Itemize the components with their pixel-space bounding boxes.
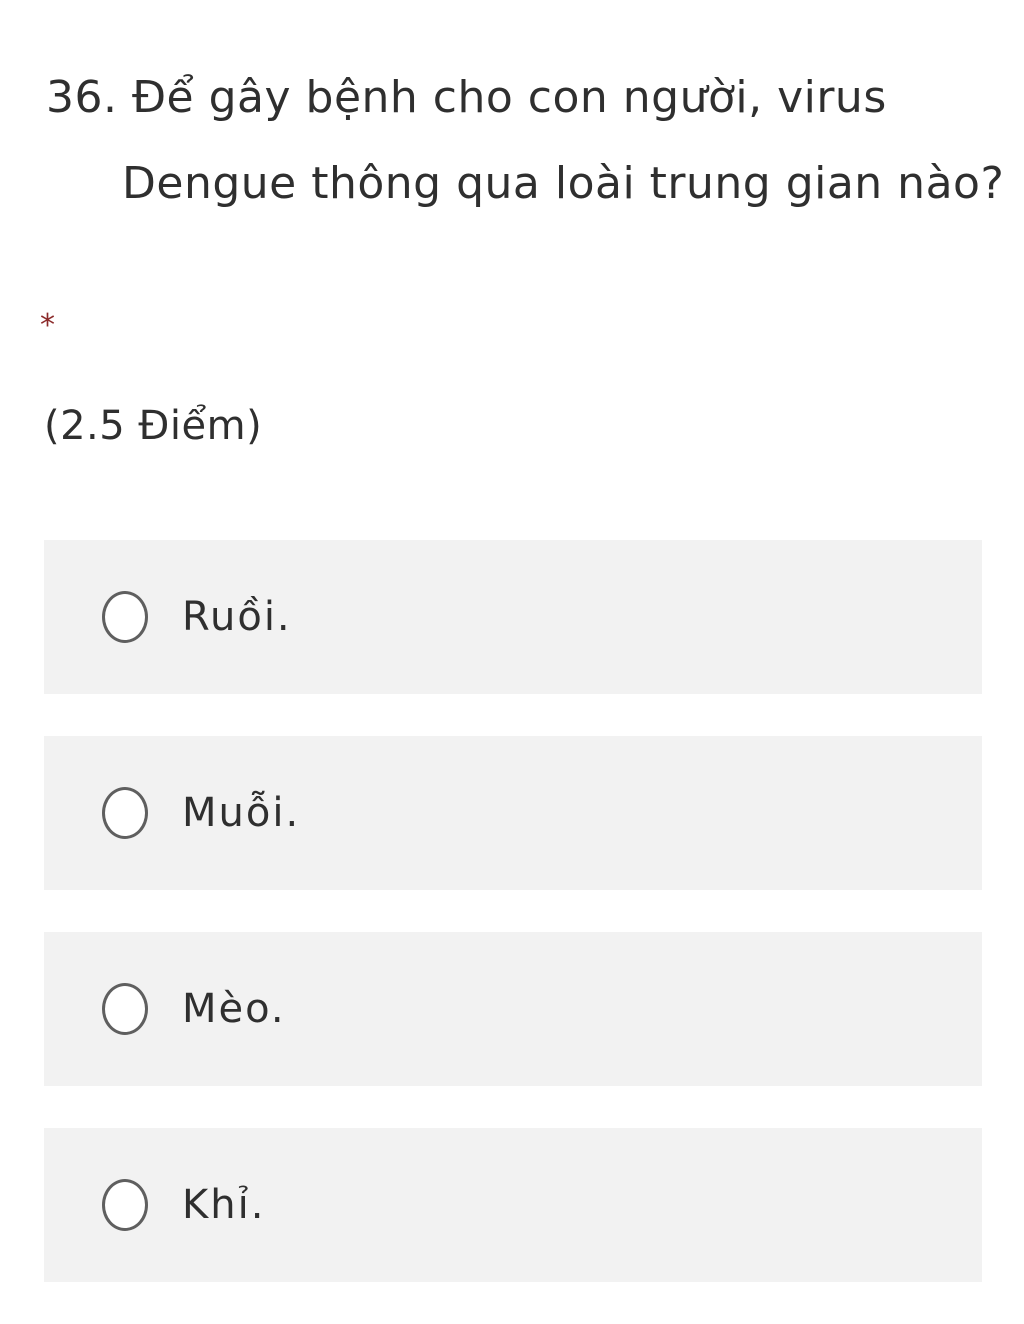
option-label: Mèo. xyxy=(182,986,286,1032)
required-marker: * xyxy=(40,308,55,343)
option-meo[interactable]: Mèo. xyxy=(44,932,982,1086)
radio-button-icon[interactable] xyxy=(102,591,148,643)
radio-button-icon[interactable] xyxy=(102,787,148,839)
option-khi[interactable]: Khỉ. xyxy=(44,1128,982,1282)
answer-options: Ruồi. Muỗi. Mèo. Khỉ. xyxy=(44,540,982,1324)
option-label: Muỗi. xyxy=(182,790,301,836)
question-line-1: 36. Để gây bệnh cho con người, virus xyxy=(46,72,887,123)
option-label: Khỉ. xyxy=(182,1182,266,1228)
points-label: (2.5 Điểm) xyxy=(44,403,263,449)
question-line-2: Dengue thông qua loài trung gian nào? xyxy=(122,158,1005,209)
question-text: 36. Để gây bệnh cho con người, virus Den… xyxy=(46,62,1005,220)
radio-button-icon[interactable] xyxy=(102,983,148,1035)
option-muoi[interactable]: Muỗi. xyxy=(44,736,982,890)
option-label: Ruồi. xyxy=(182,594,292,640)
radio-button-icon[interactable] xyxy=(102,1179,148,1231)
option-ruoi[interactable]: Ruồi. xyxy=(44,540,982,694)
